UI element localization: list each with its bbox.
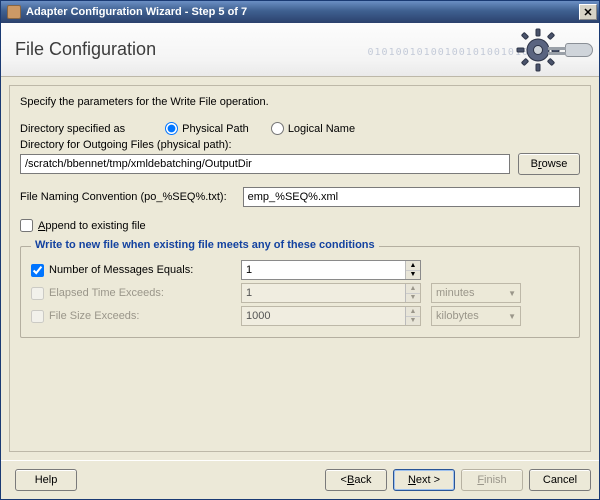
spinner-down-icon[interactable]: ▼ bbox=[406, 271, 420, 280]
condition-elapsed-checkbox-input bbox=[31, 287, 44, 300]
condition-row-elapsed: Elapsed Time Exceeds: ▲ ▼ minutes ▼ bbox=[31, 283, 569, 303]
condition-row-filesize: File Size Exceeds: ▲ ▼ kilobytes ▼ bbox=[31, 306, 569, 326]
file-naming-input[interactable] bbox=[243, 187, 580, 207]
condition-filesize-checkbox-input bbox=[31, 310, 44, 323]
spinner-up-icon[interactable]: ▲ bbox=[406, 261, 420, 271]
append-checkbox-label: Append to existing file bbox=[38, 220, 146, 232]
directory-outgoing-label: Directory for Outgoing Files (physical p… bbox=[20, 139, 580, 151]
wizard-footer: Help < Back Next > Finish Cancel bbox=[1, 460, 599, 499]
header-decoration-digits: 01010010100100101001010 bbox=[368, 47, 529, 58]
directory-outgoing-input[interactable] bbox=[20, 154, 510, 174]
back-button[interactable]: < Back bbox=[325, 469, 387, 491]
help-button[interactable]: Help bbox=[15, 469, 77, 491]
condition-elapsed-label: Elapsed Time Exceeds: bbox=[49, 287, 164, 299]
condition-elapsed-checkbox: Elapsed Time Exceeds: bbox=[31, 287, 231, 300]
append-checkbox-input[interactable] bbox=[20, 219, 33, 232]
file-naming-row: File Naming Convention (po_%SEQ%.txt): bbox=[20, 187, 580, 207]
condition-messages-spinner[interactable]: ▲ ▼ bbox=[241, 260, 421, 280]
condition-elapsed-unit-select: minutes ▼ bbox=[431, 283, 521, 303]
condition-filesize-unit-select: kilobytes ▼ bbox=[431, 306, 521, 326]
app-icon bbox=[7, 5, 21, 19]
directory-specified-row: Directory specified as Physical Path Log… bbox=[20, 122, 580, 135]
conditions-legend: Write to new file when existing file mee… bbox=[31, 239, 379, 251]
condition-messages-value[interactable] bbox=[242, 261, 405, 279]
condition-filesize-checkbox: File Size Exceeds: bbox=[31, 310, 231, 323]
next-button[interactable]: Next > bbox=[393, 469, 455, 491]
radio-logical-name-label: Logical Name bbox=[288, 123, 355, 135]
close-icon: ✕ bbox=[583, 6, 592, 19]
condition-filesize-spinner: ▲ ▼ bbox=[241, 306, 421, 326]
spinner-down-icon: ▼ bbox=[406, 294, 420, 303]
plug-icon bbox=[565, 43, 593, 57]
radio-physical-path[interactable]: Physical Path bbox=[165, 122, 249, 135]
radio-logical-name-input[interactable] bbox=[271, 122, 284, 135]
condition-messages-checkbox-input[interactable] bbox=[31, 264, 44, 277]
spinner-up-icon: ▲ bbox=[406, 307, 420, 317]
content-area: Specify the parameters for the Write Fil… bbox=[1, 77, 599, 460]
condition-row-messages: Number of Messages Equals: ▲ ▼ bbox=[31, 260, 569, 280]
radio-physical-path-label: Physical Path bbox=[182, 123, 249, 135]
finish-button: Finish bbox=[461, 469, 523, 491]
condition-filesize-unit-label: kilobytes bbox=[436, 310, 479, 322]
cancel-button[interactable]: Cancel bbox=[529, 469, 591, 491]
wizard-window: Adapter Configuration Wizard - Step 5 of… bbox=[0, 0, 600, 500]
titlebar: Adapter Configuration Wizard - Step 5 of… bbox=[1, 1, 599, 23]
spinner-up-icon: ▲ bbox=[406, 284, 420, 294]
condition-filesize-label: File Size Exceeds: bbox=[49, 310, 139, 322]
radio-physical-path-input[interactable] bbox=[165, 122, 178, 135]
gear-icon bbox=[513, 25, 593, 75]
condition-elapsed-value bbox=[242, 284, 405, 302]
condition-messages-checkbox[interactable]: Number of Messages Equals: bbox=[31, 264, 231, 277]
radio-logical-name[interactable]: Logical Name bbox=[271, 122, 355, 135]
append-checkbox[interactable]: Append to existing file bbox=[20, 219, 580, 232]
directory-outgoing-row: Browse bbox=[20, 153, 580, 175]
spinner-down-icon: ▼ bbox=[406, 317, 420, 326]
window-title: Adapter Configuration Wizard - Step 5 of… bbox=[26, 6, 579, 18]
browse-button[interactable]: Browse bbox=[518, 153, 580, 175]
condition-filesize-value bbox=[242, 307, 405, 325]
path-type-radio-group: Physical Path Logical Name bbox=[165, 122, 355, 135]
wizard-header: File Configuration 010100101001001010010… bbox=[1, 23, 599, 77]
condition-elapsed-spinner: ▲ ▼ bbox=[241, 283, 421, 303]
condition-elapsed-unit-label: minutes bbox=[436, 287, 475, 299]
close-button[interactable]: ✕ bbox=[579, 4, 597, 20]
condition-messages-label: Number of Messages Equals: bbox=[49, 264, 193, 276]
directory-specified-label: Directory specified as bbox=[20, 123, 125, 135]
chevron-down-icon: ▼ bbox=[508, 312, 516, 321]
config-panel: Specify the parameters for the Write Fil… bbox=[9, 85, 591, 452]
page-title: File Configuration bbox=[15, 39, 156, 60]
panel-description: Specify the parameters for the Write Fil… bbox=[20, 96, 580, 108]
file-naming-label: File Naming Convention (po_%SEQ%.txt): bbox=[20, 191, 227, 203]
conditions-fieldset: Write to new file when existing file mee… bbox=[20, 246, 580, 338]
chevron-down-icon: ▼ bbox=[508, 289, 516, 298]
